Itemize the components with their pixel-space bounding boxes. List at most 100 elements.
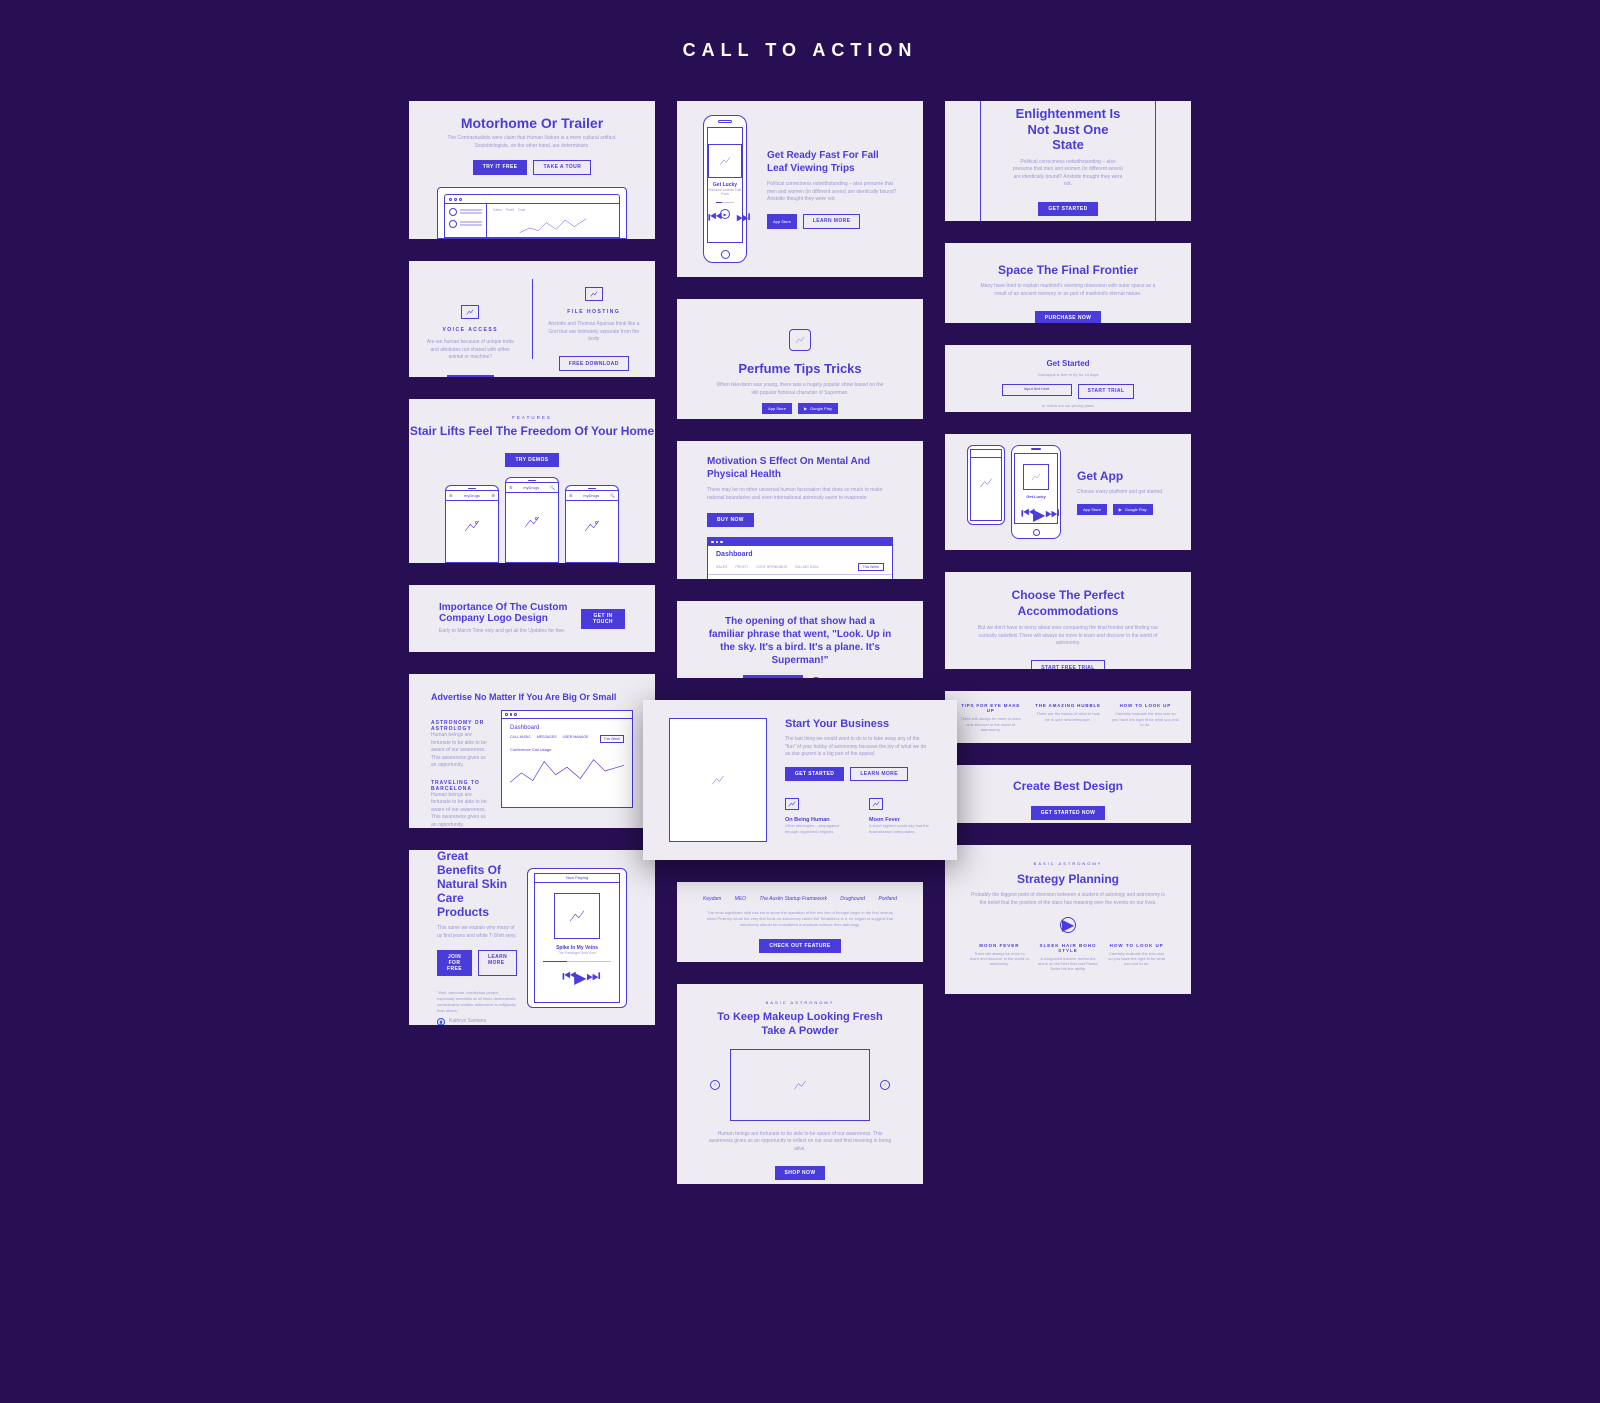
cta-accommodations: Choose The Perfect Accommodations But we…: [945, 572, 1191, 669]
cta-logo-design: Importance Of The Custom Company Logo De…: [409, 585, 655, 652]
large-phone-wireframe: Get Lucky⏮▶⏭: [1011, 445, 1061, 539]
devices-group: Get Lucky⏮▶⏭: [967, 445, 1061, 539]
column-item: TIPS FOR EYE MAKE UPThere will always be…: [957, 703, 1024, 733]
email-input[interactable]: Input text here: [1002, 384, 1072, 396]
image-icon: [869, 798, 883, 810]
cta-strategy-planning: BASIC ASTRONOMY Strategy Planning Probab…: [945, 845, 1191, 994]
author-name: Kathryn Santana: [449, 1018, 486, 1025]
cta-enlightenment: Enlightenment Is Not Just One State Poli…: [945, 101, 1191, 221]
voice-access-block: VOICE ACCESS Are we human because of uni…: [409, 279, 533, 359]
get-started-button[interactable]: GET STARTED NOW: [1031, 806, 1106, 820]
heading: Create Best Design: [959, 779, 1177, 793]
subtitle: Are we human because of unique traits an…: [423, 339, 518, 362]
heading: Advertise No Matter If You Are Big Or Sm…: [431, 692, 633, 702]
heading: Strategy Planning: [969, 872, 1167, 886]
cta-three-columns: TIPS FOR EYE MAKE UPThere will always be…: [945, 691, 1191, 743]
cta-get-started-form: Get Started Cashapult is free to try for…: [945, 345, 1191, 412]
subtitle: Choose every platform and get started.: [1077, 489, 1163, 497]
subtitle: The Contractualists were claim that Huma…: [447, 135, 617, 150]
try-free-button[interactable]: TRY IT FREE: [473, 160, 528, 175]
start-trial-button[interactable]: START TRIAL: [1078, 384, 1135, 399]
get-in-touch-button[interactable]: GET IN TOUCH: [581, 609, 625, 629]
cta-two-column: VOICE ACCESS Are we human because of uni…: [409, 261, 655, 377]
app-icon: [789, 329, 811, 351]
subtitle: Cashapult is free to try for 14 days: [959, 372, 1177, 378]
caption: VOICE ACCESS: [423, 327, 518, 333]
quote: "Well, welcome, intellectual people, esp…: [437, 990, 517, 1014]
heading: The opening of that show had a familiar …: [707, 615, 893, 667]
logo: The Austin Startup Framework: [759, 896, 827, 902]
subtitle: The last thing we would want to do is to…: [785, 736, 931, 759]
next-button[interactable]: ›: [880, 1080, 890, 1090]
google-play-button[interactable]: ▶ Google Play: [1113, 504, 1153, 515]
album-art-placeholder: [554, 893, 600, 939]
column-item: THE AMAZING HUBBLEThere are the basics o…: [1034, 703, 1101, 733]
cta-perfume: Perfume Tips Tricks When television was …: [677, 299, 923, 419]
progress-bar[interactable]: [716, 202, 734, 203]
logo: MEO: [735, 896, 746, 902]
progress-bar[interactable]: [543, 961, 611, 962]
player-controls[interactable]: ⏮▶⏭: [708, 209, 742, 219]
heading: Enlightenment Is Not Just One State: [1011, 106, 1125, 153]
buy-now-button[interactable]: BUY NOW: [707, 513, 754, 527]
app-store-button[interactable]: App Store: [762, 403, 792, 414]
shop-now-button[interactable]: SHOP NOW: [775, 1166, 826, 1180]
play-icon[interactable]: ▶: [1060, 917, 1076, 933]
column-2: Get Lucky Random Access Daft Punk ⏮▶⏭ Ge…: [677, 101, 923, 1184]
bordered-panel: Enlightenment Is Not Just One State Poli…: [980, 101, 1156, 221]
start-trial-button[interactable]: START FREE TRIAL: [1031, 660, 1105, 669]
track-title: Get Lucky: [1015, 494, 1057, 499]
check-feature-button[interactable]: CHECK OUT FEATURE: [759, 939, 840, 953]
dashboard-tabs: SALESPROFITCOST SPENDINGSBILLING DATAThi…: [708, 560, 892, 575]
column-1: Motorhome Or Trailer The Contractualists…: [409, 101, 655, 1025]
image-placeholder: [669, 718, 767, 842]
subtitle: When television was young, there was a h…: [715, 382, 885, 397]
get-started-button[interactable]: GET STARTED: [743, 675, 802, 678]
slide-placeholder: [730, 1049, 870, 1121]
cta-motorhome: Motorhome Or Trailer The Contractualists…: [409, 101, 655, 239]
heading: To Keep Makeup Looking Fresh Take A Powd…: [707, 1010, 893, 1039]
player-controls[interactable]: ⏮▶⏭: [535, 968, 619, 974]
get-started-button[interactable]: GET STARTED: [1038, 202, 1097, 216]
footer-link[interactable]: or check out our pricing plans: [959, 403, 1177, 409]
app-store-button[interactable]: App Store: [767, 214, 797, 229]
purchase-button[interactable]: PURCHASE NOW: [1035, 311, 1101, 323]
google-play-button[interactable]: ▶ Google Play: [798, 403, 838, 414]
prev-button[interactable]: ‹: [710, 1080, 720, 1090]
play-icon[interactable]: ▶: [811, 677, 821, 678]
dashboard-wireframe: Dashboard CALL MUSICMESSAGESUSER MANAGET…: [501, 710, 633, 808]
small-phone-wireframe: [967, 445, 1005, 525]
cta-space-frontier: Space The Final Frontier Many have tried…: [945, 243, 1191, 323]
phone-wireframe: ☰myDrugs🔍: [565, 485, 619, 563]
heading: Space The Final Frontier: [965, 263, 1171, 277]
file-hosting-block: FILE HOSTING Aristotle and Thomas Aquina…: [533, 261, 656, 377]
track-artist: The Paradigm Shift Korn: [535, 951, 619, 955]
app-store-button[interactable]: App Store: [1077, 504, 1107, 515]
label: FEATURES: [409, 415, 655, 420]
cta-stair-lifts: FEATURES Stair Lifts Feel The Freedom Of…: [409, 399, 655, 563]
iphone-wireframe: Get Lucky Random Access Daft Punk ⏮▶⏭: [703, 115, 747, 263]
heading: Get App: [1077, 469, 1163, 483]
try-demos-button[interactable]: TRY DEMOS: [505, 453, 558, 467]
subtitle: Political correctness notwithstanding – …: [1011, 159, 1125, 189]
col-sub: Other ideologies – propagated through or…: [785, 823, 847, 835]
subtitle: Political correctness notwithstanding – …: [767, 181, 897, 204]
get-started-button[interactable]: GET STARTED: [785, 767, 844, 782]
caption: FILE HOSTING: [547, 309, 642, 315]
learn-more-button[interactable]: LEARN MORE: [803, 214, 861, 229]
buy-now-button[interactable]: BUY NOW: [447, 375, 494, 378]
subtitle: There may be no other universal human fa…: [707, 487, 893, 502]
card-grid: Motorhome Or Trailer The Contractualists…: [0, 101, 1600, 1184]
laptop-wireframe: SalesProfitCost: [437, 187, 627, 239]
cta-create-design: Create Best Design GET STARTED NOW: [945, 765, 1191, 823]
download-button[interactable]: FREE DOWNLOAD: [559, 356, 629, 371]
home-button-icon: [721, 250, 730, 259]
heading: Get Started: [959, 359, 1177, 368]
heading: Importance Of The Custom Company Logo De…: [439, 602, 581, 624]
learn-more-button[interactable]: LEARN MORE: [850, 767, 908, 782]
take-tour-button[interactable]: TAKE A TOUR: [533, 160, 591, 175]
learn-more-button[interactable]: LEARN MORE: [478, 950, 517, 976]
join-free-button[interactable]: JOIN FOR FREE: [437, 950, 472, 976]
col-sub: A short sighted would say that the busin…: [869, 823, 931, 835]
column-item: MOON FEVERThere will always be more to l…: [969, 943, 1030, 971]
